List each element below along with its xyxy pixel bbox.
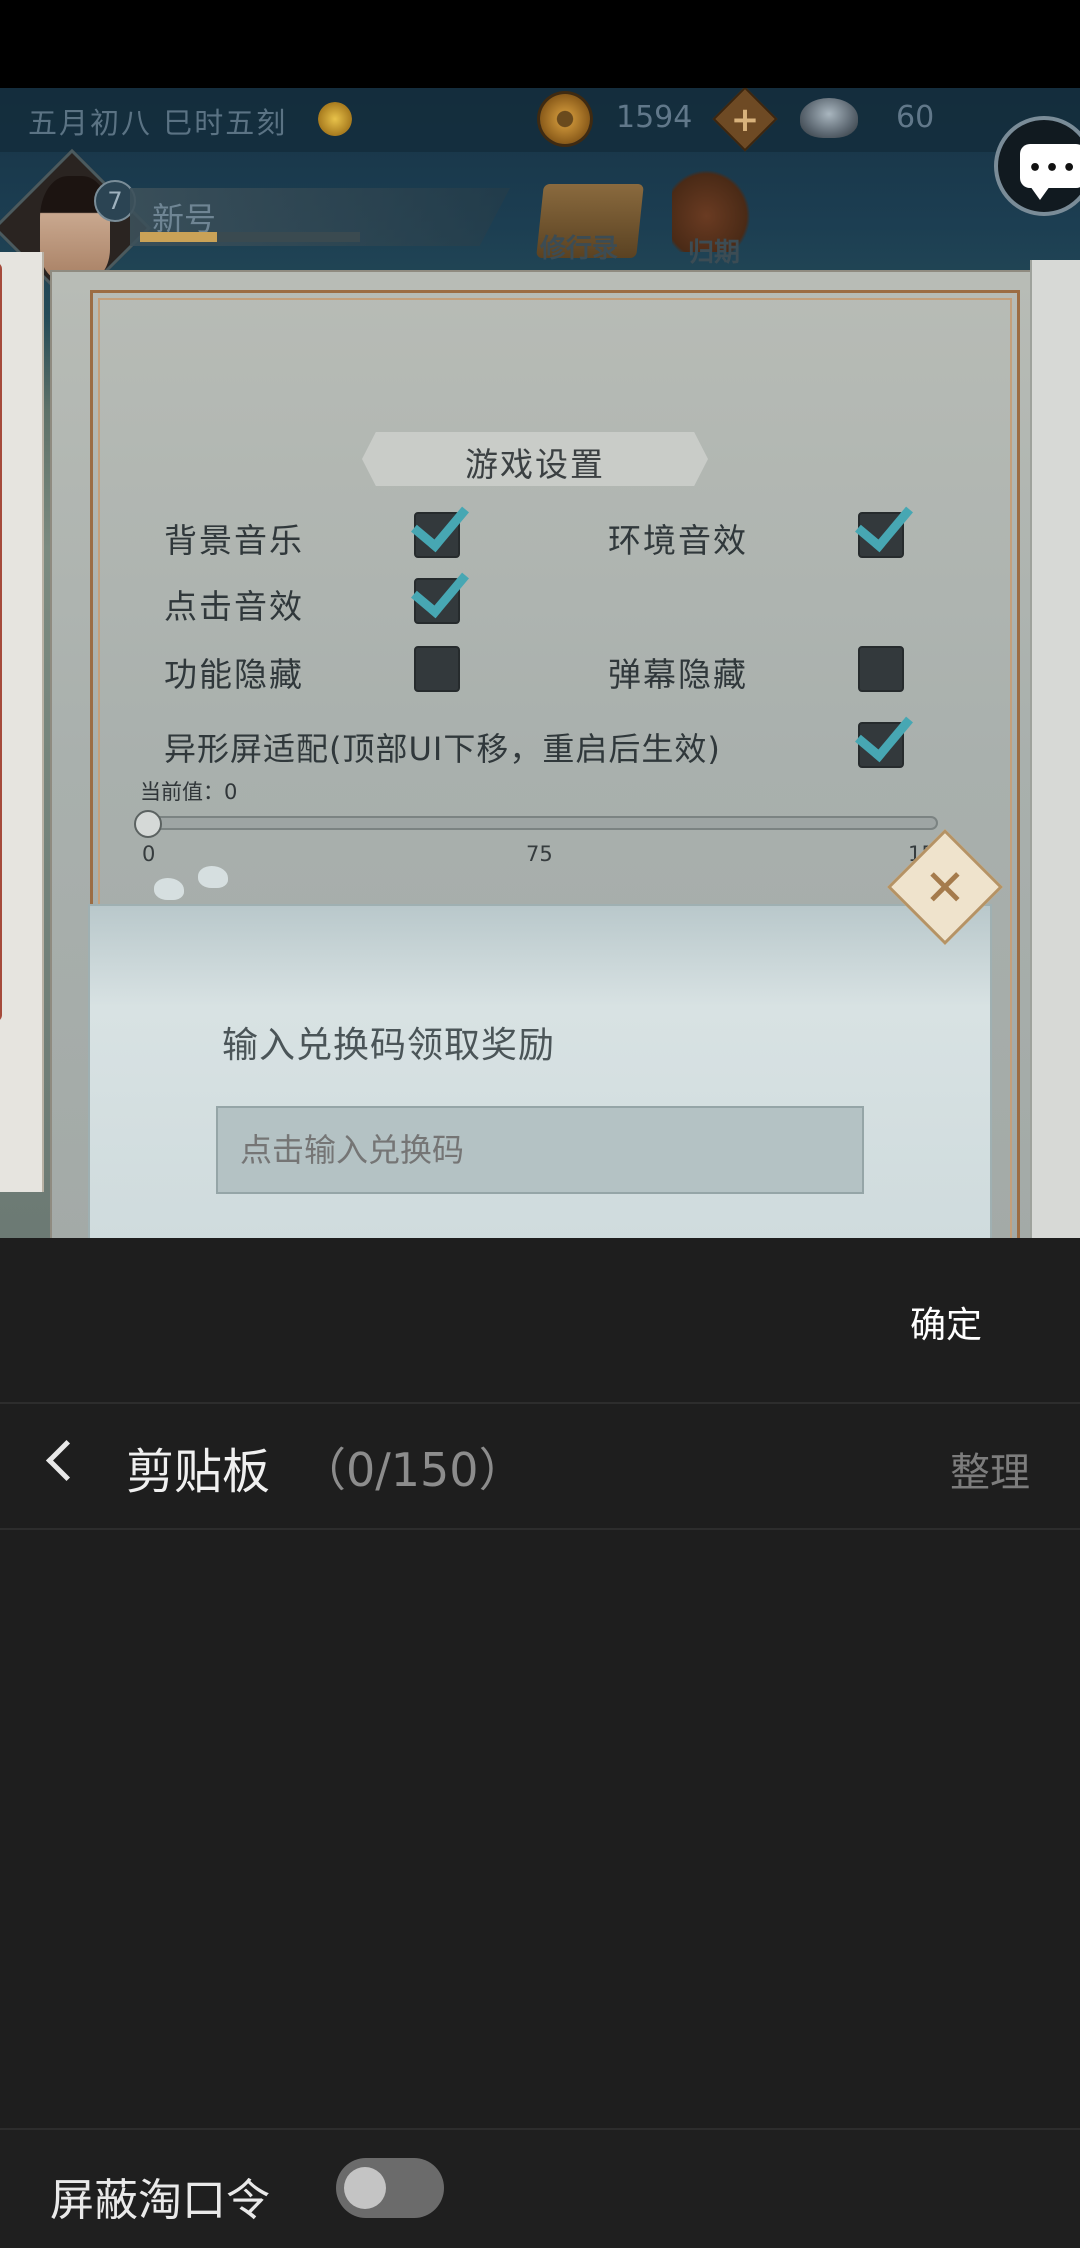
toggle-knob <box>344 2167 386 2209</box>
add-currency-button[interactable]: + <box>712 88 778 152</box>
slider-current-value: 当前值：0 <box>140 780 238 804</box>
page-edge <box>1030 260 1080 1250</box>
slider-mid-label: 75 <box>526 842 553 866</box>
top-hud: 五月初八 巳时五刻 1594 + 60 <box>0 88 1080 152</box>
ambient-sound-label: 环境音效 <box>608 521 748 560</box>
offset-slider-track[interactable] <box>148 816 938 830</box>
notch-adapt-checkbox[interactable] <box>855 701 913 768</box>
hide-danmaku-checkbox[interactable] <box>858 646 904 692</box>
journal-label[interactable]: 修行录 <box>540 228 618 265</box>
close-icon: ✕ <box>924 859 966 917</box>
game-date-text: 五月初八 巳时五刻 <box>28 106 288 140</box>
bgm-label: 背景音乐 <box>164 521 304 560</box>
chat-button[interactable]: ••• <box>994 116 1080 216</box>
coin-amount: 1594 <box>616 100 693 135</box>
hide-danmaku-label: 弹幕隐藏 <box>608 655 748 694</box>
book-spine <box>0 252 44 1192</box>
click-sound-label: 点击音效 <box>164 587 304 626</box>
settings-title: 游戏设置 <box>465 445 605 484</box>
back-arrow-icon[interactable] <box>38 1430 88 1490</box>
silver-ingot-icon <box>800 98 858 138</box>
return-label[interactable]: 归期 <box>688 232 740 269</box>
notch-adapt-label: 异形屏适配(顶部UI下移，重启后生效) <box>164 730 721 768</box>
bgm-checkbox[interactable] <box>411 491 469 558</box>
clipboard-panel: 确定 剪贴板 （0/150） 整理 屏蔽淘口令 <box>0 1238 1080 2248</box>
plus-icon: + <box>730 100 760 140</box>
ellipsis-icon: ••• <box>1028 156 1080 181</box>
player-level-badge: 7 <box>94 180 136 222</box>
offset-slider-thumb[interactable] <box>134 810 162 838</box>
clipboard-count: （0/150） <box>300 1443 525 1497</box>
organize-button[interactable]: 整理 <box>950 1440 1030 1498</box>
hide-functions-label: 功能隐藏 <box>164 655 304 694</box>
copper-coin-icon <box>540 94 590 144</box>
confirm-button[interactable]: 确定 <box>910 1296 982 1348</box>
clipboard-title: 剪贴板 <box>126 1444 271 1500</box>
ambient-sound-checkbox[interactable] <box>855 491 913 558</box>
block-taobao-label: 屏蔽淘口令 <box>50 2175 270 2226</box>
bird-icon <box>154 878 184 900</box>
hide-functions-checkbox[interactable] <box>414 646 460 692</box>
ingot-amount: 60 <box>896 100 935 135</box>
block-taobao-toggle[interactable] <box>336 2158 444 2218</box>
redeem-dialog-title: 输入兑换码领取奖励 <box>222 1025 556 1066</box>
divider <box>0 1528 1080 1530</box>
redeem-code-input[interactable] <box>216 1106 864 1194</box>
sun-icon <box>318 102 352 136</box>
status-bar <box>0 0 1080 88</box>
experience-bar <box>140 232 360 242</box>
experience-fill <box>140 232 217 242</box>
click-sound-checkbox[interactable] <box>411 557 469 624</box>
divider <box>0 1402 1080 1404</box>
bird-icon <box>198 866 228 888</box>
